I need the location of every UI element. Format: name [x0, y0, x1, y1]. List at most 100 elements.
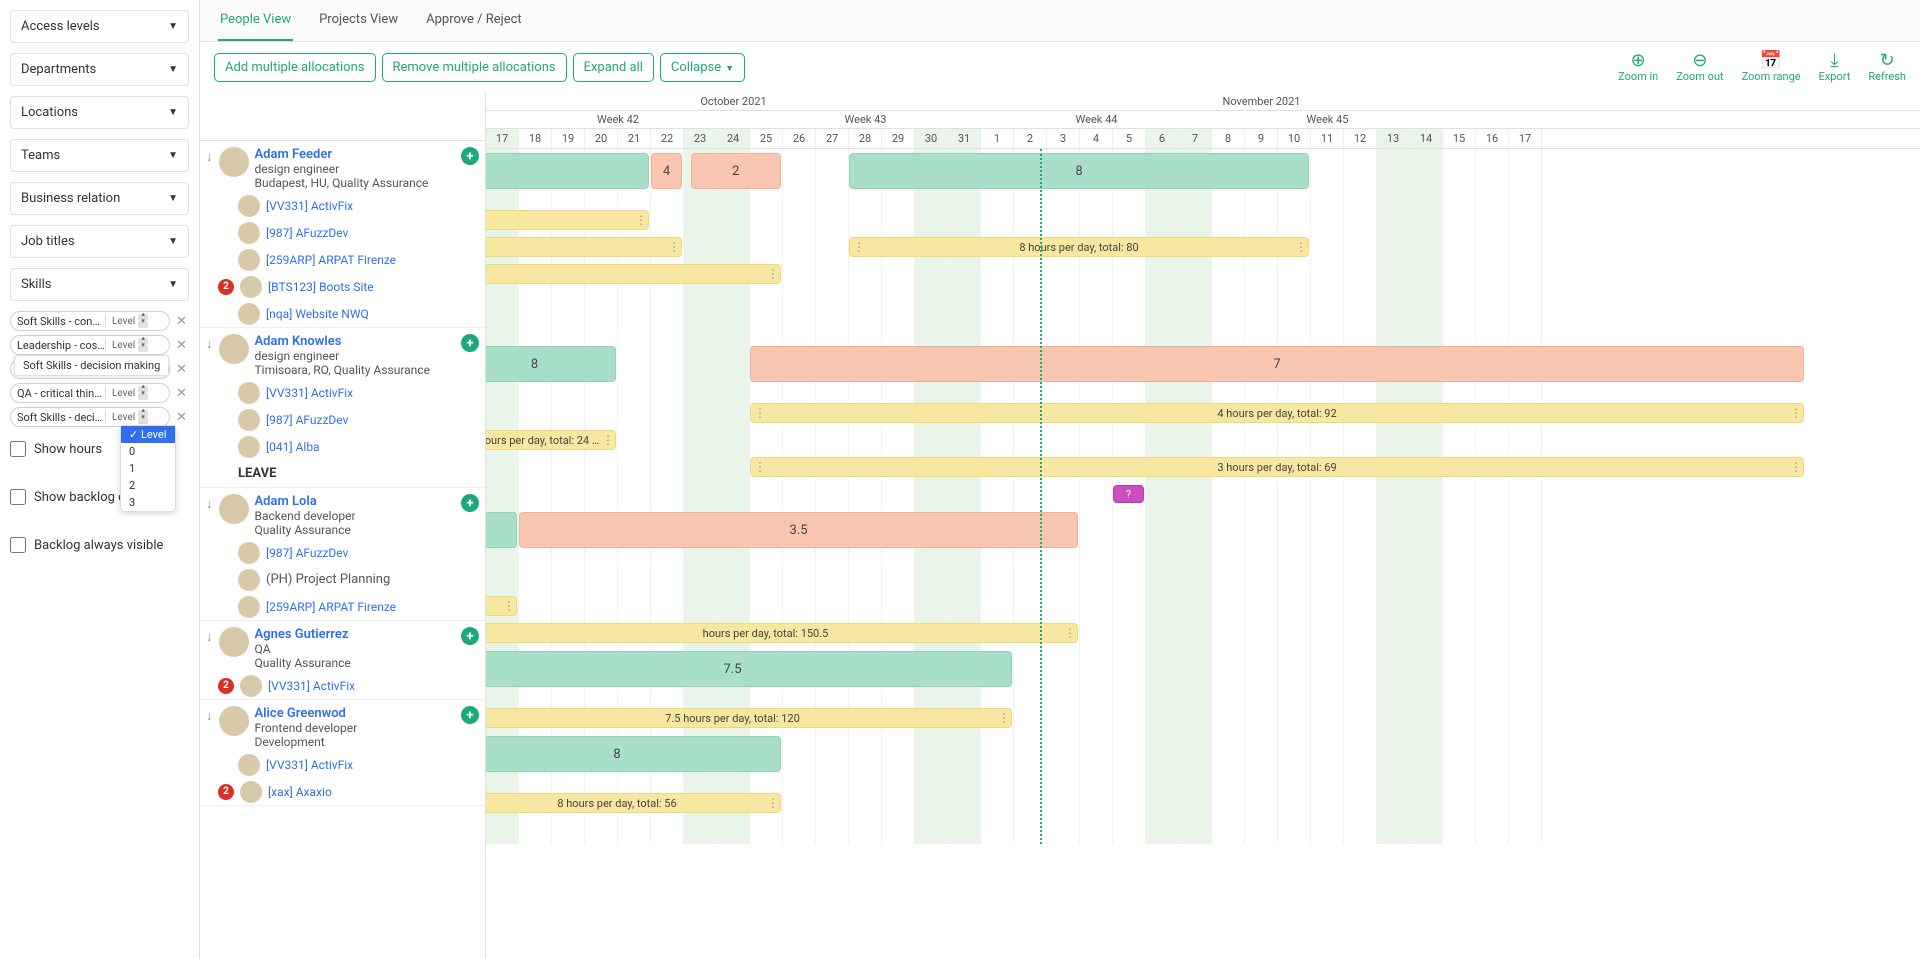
backlog-visible-checkbox[interactable]: Backlog always visible: [10, 537, 189, 553]
allocation-bar[interactable]: ⋮: [486, 264, 781, 284]
resize-handle-icon[interactable]: ⋮: [754, 460, 764, 474]
day-cell[interactable]: 5: [1113, 129, 1146, 148]
day-cell[interactable]: 19: [552, 129, 585, 148]
collapse-icon[interactable]: ↓: [206, 334, 213, 352]
person-name-link[interactable]: Adam Knowles: [255, 334, 480, 349]
project-link[interactable]: [259ARP] ARPAT Firenze: [266, 253, 396, 267]
allocation-bar[interactable]: ⋮: [486, 596, 517, 616]
day-cell[interactable]: 17: [1509, 129, 1542, 148]
add-allocation-button[interactable]: +: [461, 334, 479, 352]
leave-bar[interactable]: ?: [1113, 485, 1144, 503]
resize-handle-icon[interactable]: ⋮: [1790, 460, 1800, 474]
timeline[interactable]: October 2021November 2021 Week 42Week 43…: [486, 93, 1920, 959]
day-cell[interactable]: 21: [618, 129, 651, 148]
availability-track[interactable]: 8: [486, 732, 1920, 790]
person-name-link[interactable]: Alice Greenwod: [255, 706, 480, 721]
availability-track[interactable]: 7.5: [486, 647, 1920, 705]
allocation-track[interactable]: hours per day, total: 150.5⋮: [486, 620, 1920, 647]
level-option[interactable]: 3: [121, 494, 175, 511]
day-cell[interactable]: 1: [981, 129, 1014, 148]
remove-icon[interactable]: ✕: [174, 314, 189, 329]
zoom-range-button[interactable]: 📅Zoom range: [1742, 52, 1801, 83]
allocation-track[interactable]: ⋮ ⋮8 hours per day, total: 80⋮: [486, 234, 1920, 261]
resize-handle-icon[interactable]: ⋮: [602, 433, 612, 447]
filter-business-relation[interactable]: Business relation▼: [10, 182, 189, 215]
allocation-track[interactable]: ⋮: [486, 261, 1920, 288]
allocation-track[interactable]: 7.5 hours per day, total: 120⋮: [486, 705, 1920, 732]
level-option[interactable]: 2: [121, 477, 175, 494]
collapse-icon[interactable]: ↓: [206, 706, 213, 724]
availability-bar[interactable]: 3.5: [519, 512, 1078, 548]
remove-icon[interactable]: ✕: [174, 362, 189, 377]
person-name-link[interactable]: Adam Lola: [255, 494, 480, 509]
availability-bar[interactable]: 8: [486, 346, 616, 382]
allocation-bar[interactable]: 7.5 hours per day, total: 120⋮: [486, 708, 1012, 728]
resize-handle-icon[interactable]: ⋮: [767, 267, 777, 281]
day-cell[interactable]: 16: [1476, 129, 1509, 148]
resize-handle-icon[interactable]: ⋮: [668, 240, 678, 254]
collapse-icon[interactable]: ↓: [206, 627, 213, 645]
level-selector[interactable]: Level ▴▾: [105, 386, 148, 400]
skill-pill[interactable]: QA - critical thinking Level ▴▾: [10, 383, 170, 403]
leave-track[interactable]: ?: [486, 481, 1920, 508]
level-selector[interactable]: Level ▴▾: [105, 410, 148, 424]
allocation-bar[interactable]: ⋮: [486, 237, 682, 257]
project-link[interactable]: [nqa] Website NWQ: [266, 307, 369, 321]
skill-pill[interactable]: Soft Skills - decision… Level ▴▾: [10, 407, 170, 427]
add-allocation-button[interactable]: +: [461, 147, 479, 165]
project-link[interactable]: [987] AFuzzDev: [266, 413, 348, 427]
project-link[interactable]: [BTS123] Boots Site: [268, 280, 374, 294]
day-cell[interactable]: 12: [1344, 129, 1377, 148]
level-option[interactable]: 1: [121, 460, 175, 477]
day-cell[interactable]: 30: [915, 129, 948, 148]
allocation-bar[interactable]: 8 hours per day, total: 56⋮: [486, 793, 781, 813]
resize-handle-icon[interactable]: ⋮: [635, 213, 645, 227]
availability-bar[interactable]: 8: [849, 153, 1309, 189]
project-link[interactable]: [259ARP] ARPAT Firenze: [266, 600, 396, 614]
day-cell[interactable]: 6: [1146, 129, 1179, 148]
collapse-icon[interactable]: ↓: [206, 494, 213, 512]
level-option[interactable]: 0: [121, 443, 175, 460]
day-cell[interactable]: 3: [1047, 129, 1080, 148]
day-cell[interactable]: 23: [684, 129, 717, 148]
filter-departments[interactable]: Departments▼: [10, 53, 189, 86]
show-backlog-cb[interactable]: [10, 489, 26, 505]
day-cell[interactable]: 10: [1278, 129, 1311, 148]
allocation-track[interactable]: [486, 817, 1920, 844]
allocation-bar[interactable]: hours per day, total: 150.5⋮: [486, 623, 1078, 643]
allocation-track[interactable]: [486, 566, 1920, 593]
resize-handle-icon[interactable]: ⋮: [1064, 626, 1074, 640]
day-cell[interactable]: 15: [1443, 129, 1476, 148]
collapse-icon[interactable]: ↓: [206, 147, 213, 165]
project-link[interactable]: [VV331] ActivFix: [268, 679, 355, 693]
allocation-track[interactable]: ⋮3 hours per day, total: 69⋮: [486, 454, 1920, 481]
backlog-visible-cb[interactable]: [10, 537, 26, 553]
allocation-track[interactable]: ⋮: [486, 207, 1920, 234]
add-allocation-button[interactable]: +: [461, 706, 479, 724]
expand-all-button[interactable]: Expand all: [573, 53, 654, 82]
tab-approve-reject[interactable]: Approve / Reject: [424, 0, 524, 41]
allocation-track[interactable]: ⋮4 hours per day, total: 92⋮: [486, 400, 1920, 427]
resize-handle-icon[interactable]: ⋮: [767, 796, 777, 810]
allocation-bar[interactable]: ⋮: [486, 210, 649, 230]
resize-handle-icon[interactable]: ⋮: [754, 406, 764, 420]
day-cell[interactable]: 18: [519, 129, 552, 148]
day-cell[interactable]: 8: [1212, 129, 1245, 148]
day-cell[interactable]: 2: [1014, 129, 1047, 148]
day-cell[interactable]: 4: [1080, 129, 1113, 148]
availability-bar[interactable]: 4: [651, 153, 682, 189]
day-cell[interactable]: 26: [783, 129, 816, 148]
skill-pill[interactable]: Soft Skills - conflict r… Level ▴▾: [10, 311, 170, 331]
skill-pill[interactable]: Leadership - cost m… Level ▴▾: [10, 335, 170, 355]
remove-multiple-allocations-button[interactable]: Remove multiple allocations: [382, 53, 567, 82]
availability-track[interactable]: 3.5: [486, 508, 1920, 566]
day-cell[interactable]: 28: [849, 129, 882, 148]
availability-bar[interactable]: [486, 512, 517, 548]
refresh-button[interactable]: ↻Refresh: [1868, 52, 1906, 83]
allocation-bar[interactable]: ⋮8 hours per day, total: 80⋮: [849, 237, 1309, 257]
resize-handle-icon[interactable]: ⋮: [1790, 406, 1800, 420]
allocation-track[interactable]: ⋮: [486, 593, 1920, 620]
tab-people-view[interactable]: People View: [218, 0, 293, 41]
filter-job-titles[interactable]: Job titles▼: [10, 225, 189, 258]
level-selector[interactable]: Level ▴▾: [105, 314, 148, 328]
